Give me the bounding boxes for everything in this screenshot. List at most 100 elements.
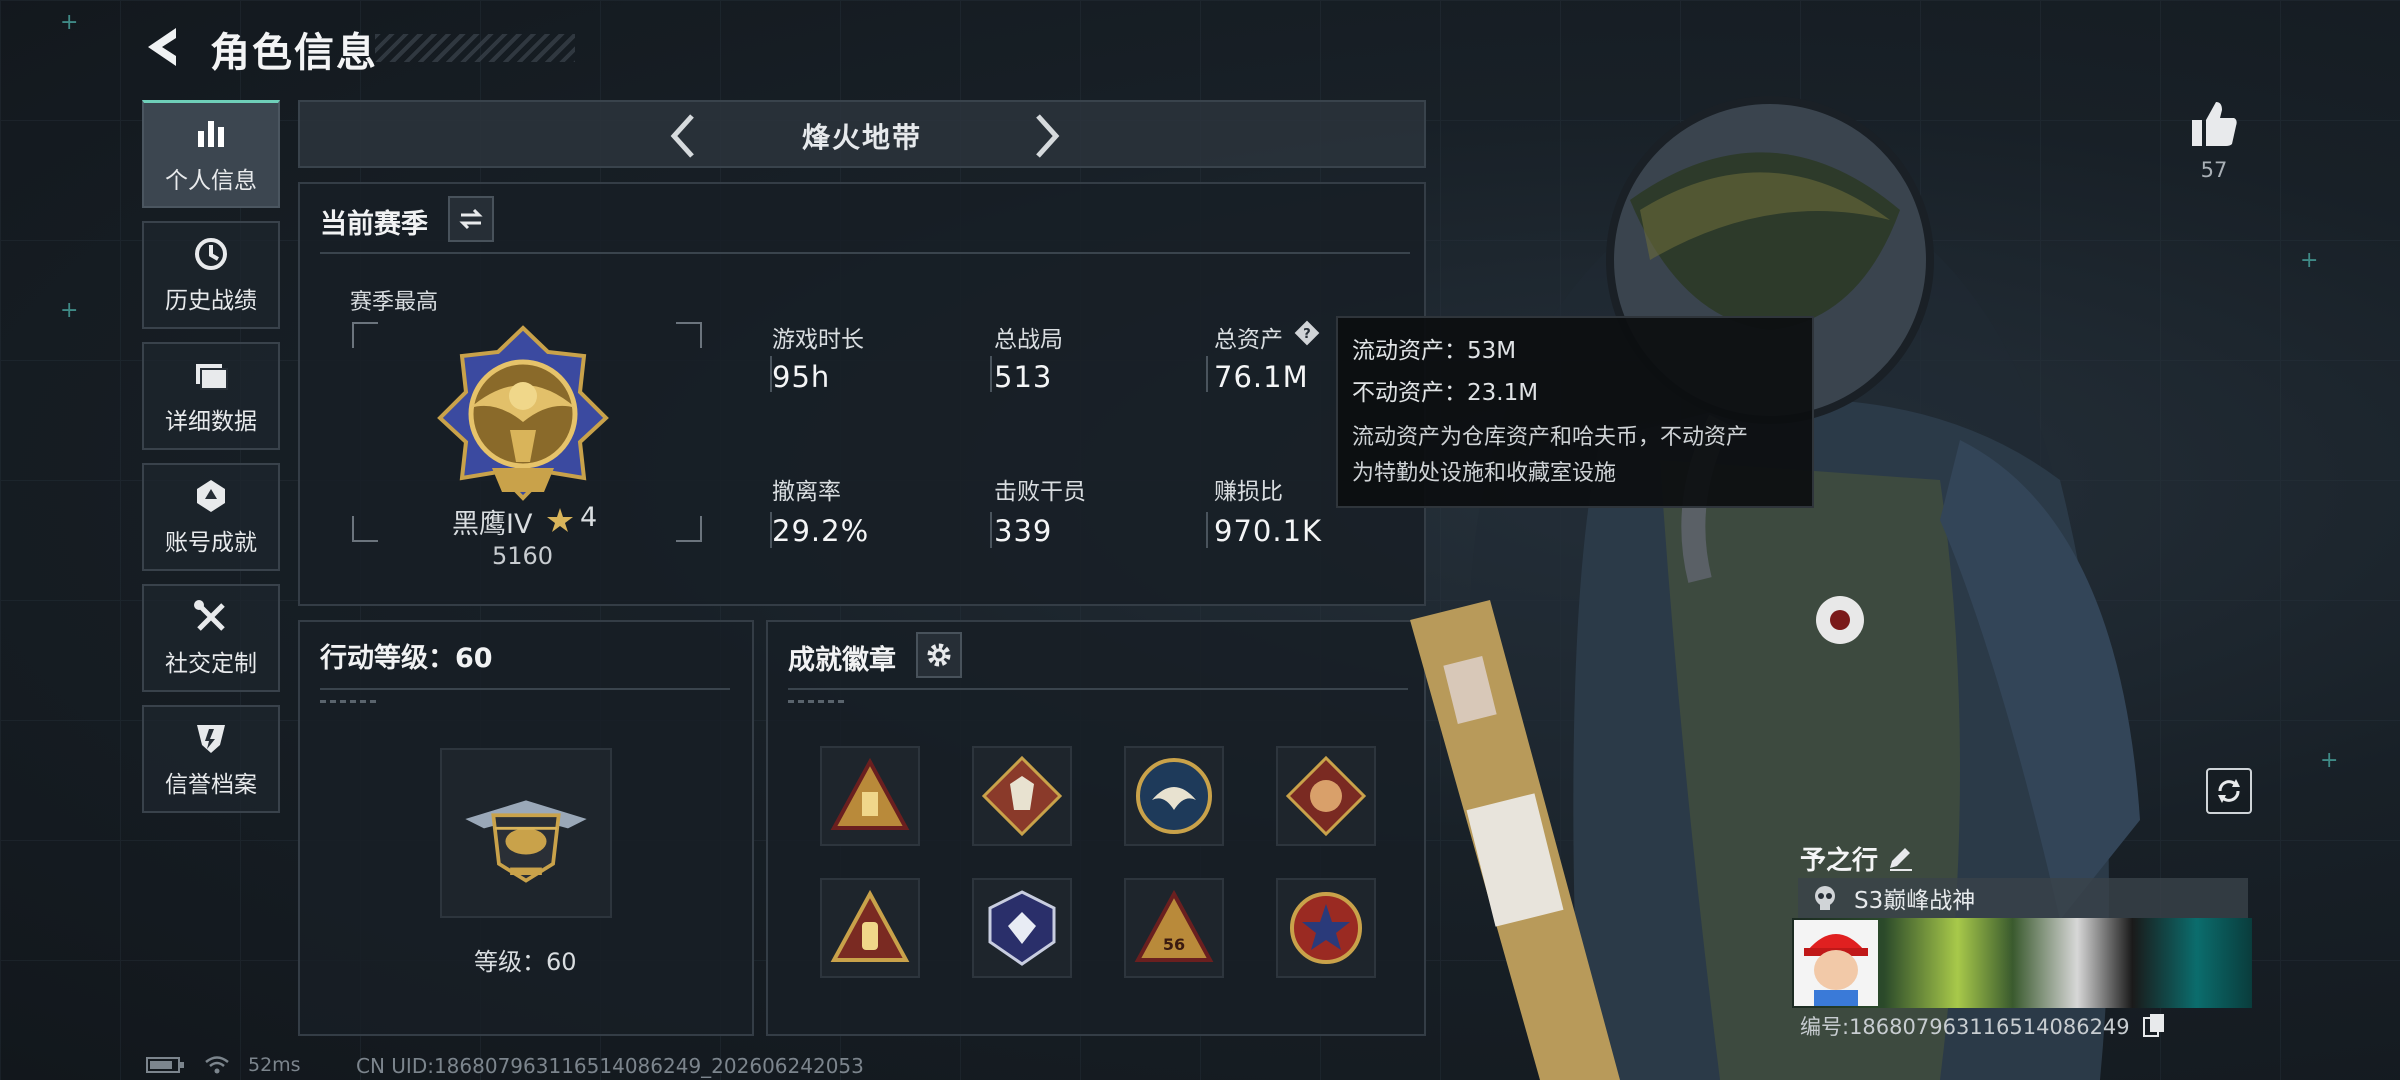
action-level-emblem (440, 748, 612, 918)
action-level-text: 等级：60 (474, 948, 577, 976)
nav-label: 历史战绩 (165, 288, 257, 314)
edit-name-button[interactable] (1886, 844, 1914, 872)
achievement-badge[interactable] (820, 878, 920, 978)
tooltip-liquid-assets: 流动资产：53M (1352, 338, 1517, 364)
player-id: 编号:18680796311651408624​9 (1800, 1015, 2130, 1039)
wifi-icon (205, 1056, 229, 1074)
tools-icon (194, 600, 225, 631)
grid-plus-mark: + (60, 298, 79, 323)
refresh-icon (2218, 779, 2240, 803)
rank-points: 5160 (492, 542, 554, 570)
frame-corner (676, 322, 702, 348)
achievement-badge[interactable] (972, 746, 1072, 846)
nav-item-details[interactable]: 详细数据 (142, 342, 280, 450)
chevron-right-icon (1036, 114, 1060, 158)
battery-icon (146, 1057, 184, 1073)
grid-plus-mark: + (60, 10, 79, 35)
decoration (788, 700, 848, 703)
thumbs-up-icon (2192, 102, 2237, 146)
grid-plus-mark: + (2320, 748, 2339, 773)
stat-separator (1206, 356, 1208, 392)
nav-item-history[interactable]: 历史战绩 (142, 221, 280, 329)
nav-label: 信誉档案 (165, 772, 257, 798)
rank-stars: 4 (580, 502, 598, 533)
decoration (320, 700, 380, 703)
stat-value: 76.1M (1214, 360, 1309, 394)
title-decoration (375, 34, 575, 62)
helicopter-emblem-icon (465, 800, 587, 883)
season-switch-button[interactable] (448, 196, 494, 242)
player-title: S3巅峰战神 (1854, 888, 1976, 914)
frame-corner (352, 516, 378, 542)
back-button[interactable] (140, 22, 190, 72)
number-56-badge-icon: 56 (1134, 889, 1214, 962)
shield-icon (197, 725, 225, 753)
back-arrow-icon (148, 28, 176, 66)
nav-label: 社交定制 (165, 651, 257, 677)
stat-separator (990, 512, 992, 548)
like-button[interactable] (2186, 96, 2242, 152)
swap-icon (459, 208, 483, 230)
nav-item-personal-info[interactable]: 个人信息 (142, 100, 280, 208)
stat-label: 击败干员 (994, 479, 1086, 505)
achievement-badge[interactable] (972, 878, 1072, 978)
achievements-settings-button[interactable] (916, 632, 962, 678)
svg-text:56: 56 (1163, 935, 1185, 954)
mode-name: 烽火地带 (801, 121, 922, 154)
eagle-badge-icon (1136, 758, 1212, 834)
hand-badge-icon (830, 889, 910, 962)
tooltip-fixed-assets: 不动资产：23.1M (1352, 380, 1539, 406)
frame-corner (676, 516, 702, 542)
like-count: 57 (2200, 158, 2228, 182)
stat-value: 513 (994, 360, 1053, 394)
player-title-row: S3巅峰战神 (1798, 878, 2248, 918)
stat-label: 游戏时长 (772, 327, 864, 353)
tooltip-description-line1: 流动资产为仓库资产和哈夫币，不动资产 (1352, 425, 1749, 450)
nav-label: 个人信息 (165, 167, 257, 194)
stat-value: 339 (994, 514, 1053, 548)
mode-selector: 烽火地带 (298, 100, 1426, 168)
achievement-badge[interactable] (1124, 746, 1224, 846)
triangle-badge-icon (830, 757, 910, 830)
rotate-model-button[interactable] (2206, 768, 2252, 814)
star-icon (547, 508, 573, 532)
divider (320, 688, 730, 690)
status-bar: 52ms (146, 1054, 301, 1076)
gem-badge-icon (988, 890, 1056, 966)
clock-icon (195, 238, 227, 270)
stat-value: 29.2% (772, 514, 870, 548)
page-title: 角色信息 (210, 30, 378, 76)
nav-item-achievements[interactable]: 账号成就 (142, 463, 280, 571)
nav-item-social[interactable]: 社交定制 (142, 584, 280, 692)
side-nav: 个人信息 历史战绩 详细数据 账号成就 社交定制 信誉档案 (142, 100, 280, 826)
skull-icon (1815, 886, 1835, 910)
folder-icon (196, 364, 228, 390)
tooltip-description-line2: 为特勤处设施和收藏室设施 (1352, 461, 1617, 486)
achievement-icon (197, 480, 225, 512)
nav-label: 详细数据 (165, 409, 257, 435)
stat-label: 撤离率 (772, 479, 841, 505)
grid-plus-mark: + (2300, 248, 2319, 273)
action-level-title: 行动等级：60 (320, 643, 493, 674)
achievement-badge[interactable] (820, 746, 920, 846)
stat-separator (990, 356, 992, 392)
wolf-badge-icon (981, 755, 1063, 837)
achievements-title: 成就徽章 (788, 645, 896, 676)
stat-label: 总资产 (1214, 327, 1283, 353)
mode-next-button[interactable] (1022, 110, 1072, 162)
copy-icon[interactable] (2142, 1012, 2166, 1038)
frame-corner (352, 322, 378, 348)
stat-label: 赚损比 (1214, 479, 1283, 505)
rank-name: 黑鹰IV (452, 509, 533, 540)
achievement-badge[interactable]: 56 (1124, 878, 1224, 978)
stat-value: 95h (772, 360, 831, 394)
ping: 52ms (248, 1054, 301, 1076)
gear-icon (927, 643, 951, 667)
stat-separator (1206, 512, 1208, 548)
nav-item-credit[interactable]: 信誉档案 (142, 705, 280, 813)
player-name: 予之行 (1800, 846, 1879, 876)
bar-chart-icon (198, 120, 224, 147)
avatar[interactable] (1794, 920, 1878, 1006)
rank-emblem (437, 325, 609, 501)
avatar-image (1794, 920, 1878, 1006)
